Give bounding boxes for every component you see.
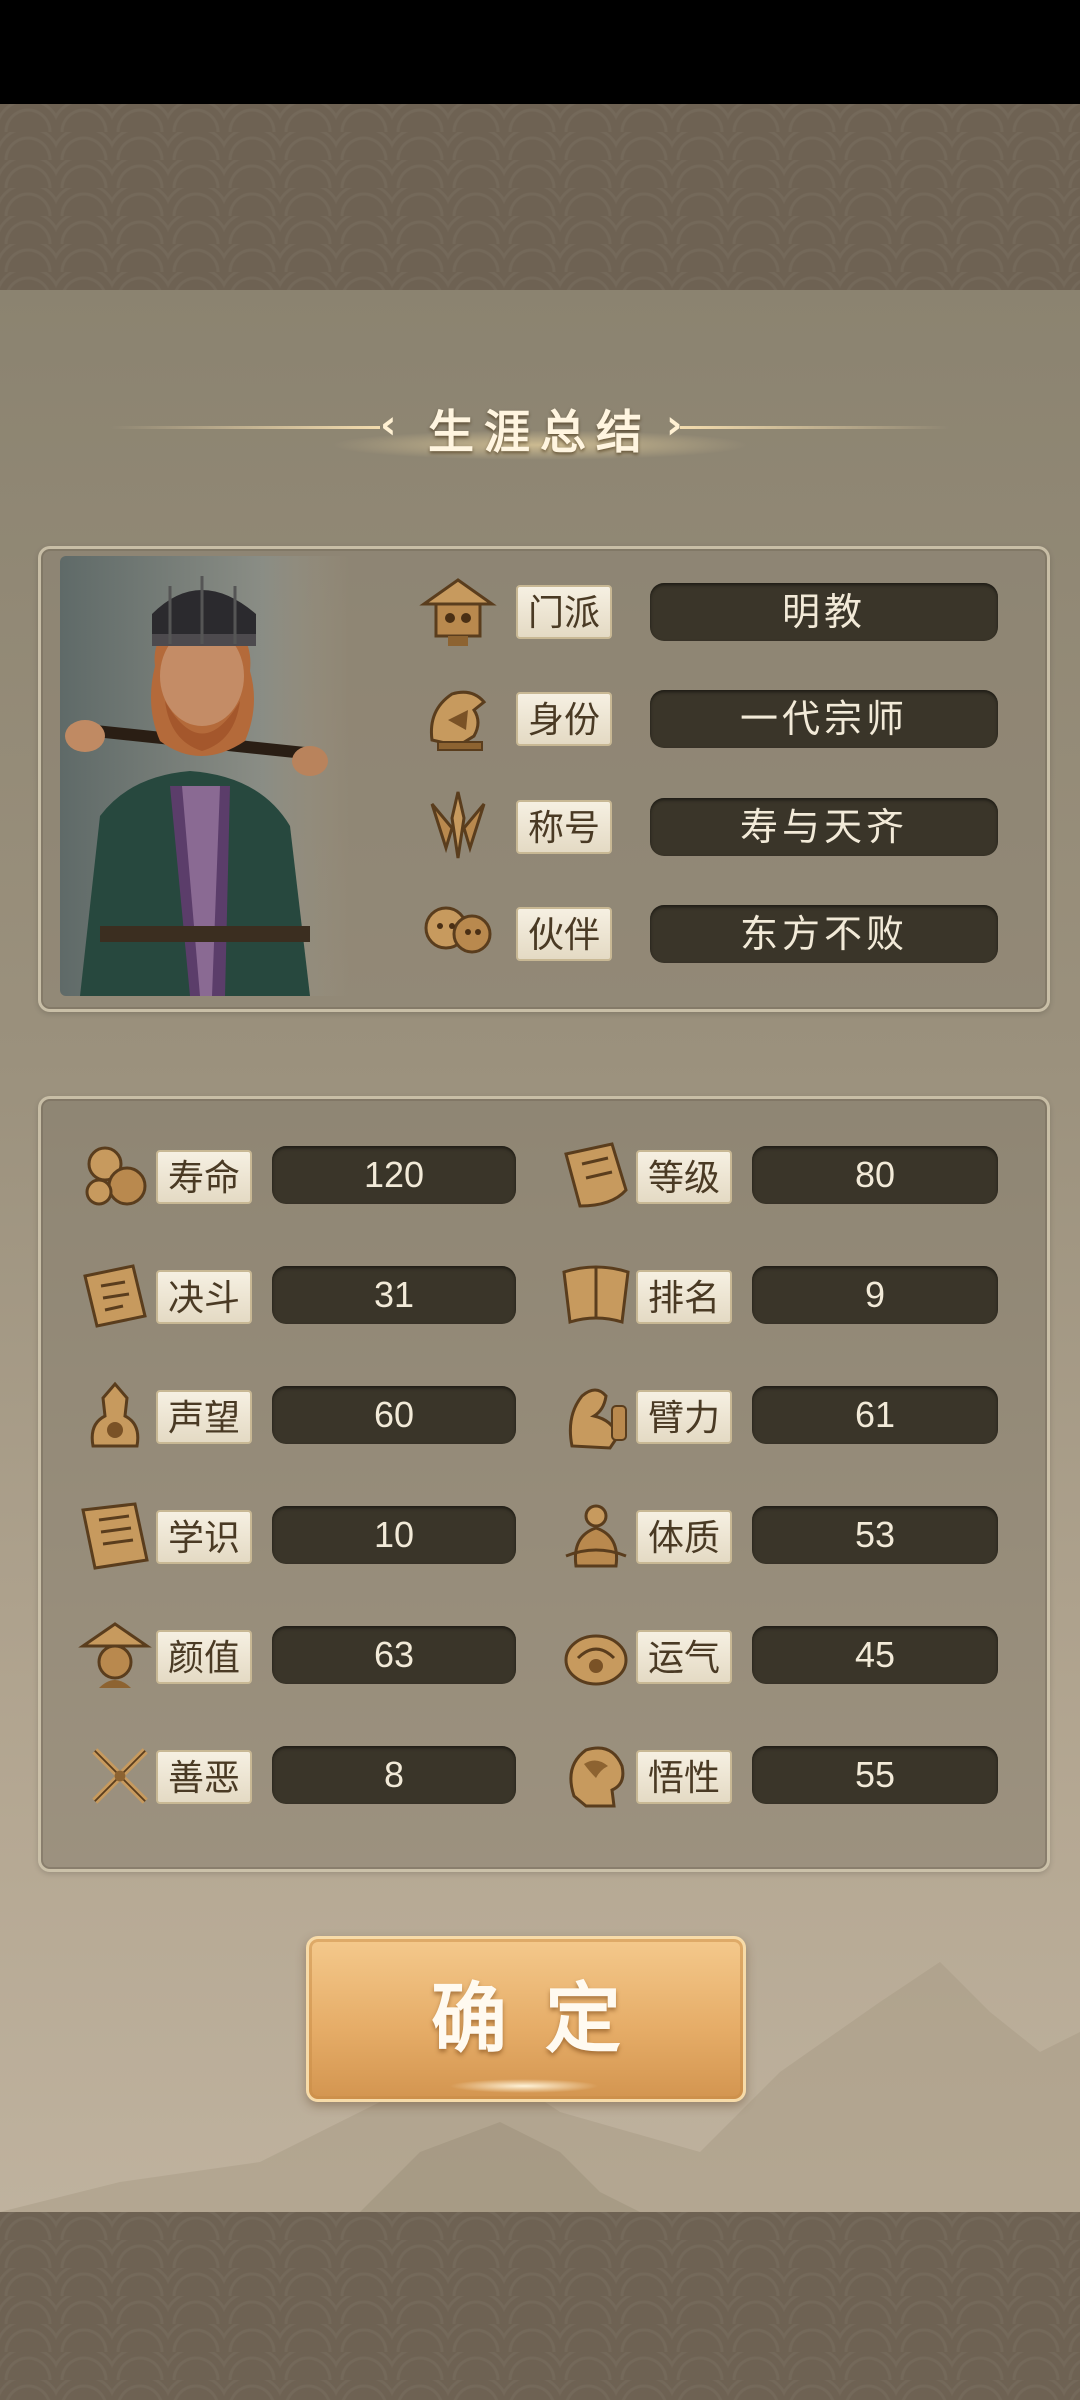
stat-value-lifespan: 120 [272, 1146, 516, 1204]
stat-label-knowledge: 学识 [156, 1510, 252, 1564]
confirm-button[interactable]: 确定 [306, 1936, 746, 2102]
stat-value-knowledge: 10 [272, 1506, 516, 1564]
stat-value-comprehension: 55 [752, 1746, 998, 1804]
stat-value-luck: 45 [752, 1626, 998, 1684]
partner-icon [416, 894, 500, 970]
confirm-button-label: 确定 [431, 1974, 659, 2063]
level-icon [556, 1136, 636, 1216]
constitution-icon [556, 1496, 636, 1576]
sect-icon [416, 574, 500, 650]
stat-label-comprehension: 悟性 [636, 1750, 732, 1804]
arm-strength-icon [556, 1376, 636, 1456]
stat-value-appearance: 63 [272, 1626, 516, 1684]
stat-label-constitution: 体质 [636, 1510, 732, 1564]
knowledge-icon [74, 1496, 156, 1576]
stat-value-arm-strength: 61 [752, 1386, 998, 1444]
stat-label-duel: 决斗 [156, 1270, 252, 1324]
status-bar [0, 0, 1080, 104]
profile-label-sect: 门派 [516, 585, 612, 639]
reputation-icon [74, 1376, 156, 1456]
stat-value-reputation: 60 [272, 1386, 516, 1444]
appearance-icon [74, 1616, 156, 1696]
profile-label-identity: 身份 [516, 692, 612, 746]
stat-value-level: 80 [752, 1146, 998, 1204]
profile-value-title: 寿与天齐 [650, 798, 998, 856]
profile-value-identity: 一代宗师 [650, 690, 998, 748]
title-line-right [680, 426, 950, 429]
title-line-left [110, 426, 380, 429]
character-portrait [60, 556, 350, 996]
stat-label-appearance: 颜值 [156, 1630, 252, 1684]
identity-icon [416, 680, 500, 756]
luck-icon [556, 1616, 636, 1696]
stat-value-morality: 8 [272, 1746, 516, 1804]
profile-label-title: 称号 [516, 800, 612, 854]
stat-label-lifespan: 寿命 [156, 1150, 252, 1204]
stat-label-reputation: 声望 [156, 1390, 252, 1444]
profile-label-partner: 伙伴 [516, 907, 612, 961]
ranking-icon [556, 1256, 636, 1336]
stat-value-constitution: 53 [752, 1506, 998, 1564]
stat-label-morality: 善恶 [156, 1750, 252, 1804]
lifespan-icon [74, 1136, 156, 1216]
profile-value-partner: 东方不败 [650, 905, 998, 963]
page-title-bar: ‹ › 生涯总结 [0, 390, 1080, 460]
stat-label-level: 等级 [636, 1150, 732, 1204]
comprehension-icon [556, 1736, 636, 1816]
morality-icon [84, 1736, 156, 1816]
top-pattern-band [0, 104, 1080, 290]
stat-label-arm-strength: 臂力 [636, 1390, 732, 1444]
confirm-button-shine [449, 2079, 599, 2093]
title-left-arrow-icon: ‹ [380, 402, 397, 448]
title-right-arrow-icon: › [666, 402, 683, 448]
profile-value-sect: 明教 [650, 583, 998, 641]
stat-value-ranking: 9 [752, 1266, 998, 1324]
duel-icon [74, 1256, 156, 1336]
stat-label-luck: 运气 [636, 1630, 732, 1684]
page-title: 生涯总结 [428, 405, 652, 459]
stat-label-ranking: 排名 [636, 1270, 732, 1324]
bottom-pattern-band [0, 2212, 1080, 2400]
stat-value-duel: 31 [272, 1266, 516, 1324]
title-icon [416, 788, 500, 864]
